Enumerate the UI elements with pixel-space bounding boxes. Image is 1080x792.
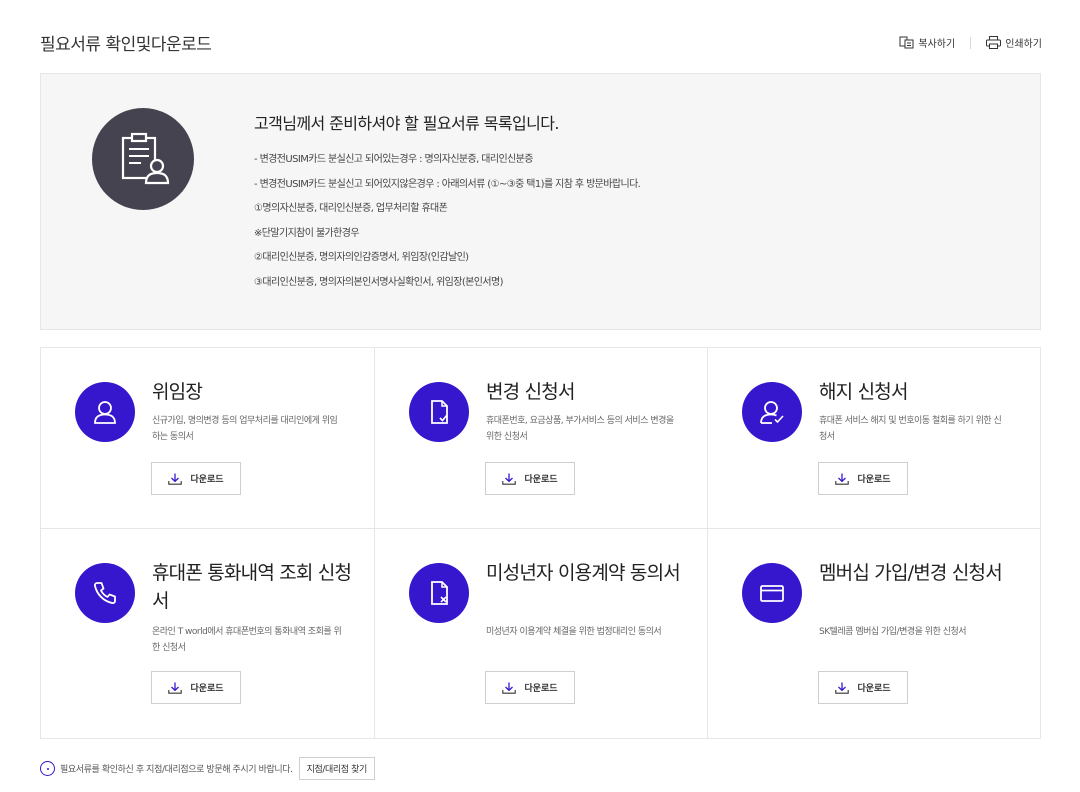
footer-note-text: 필요서류를 확인하신 후 지점/대리점으로 방문해 주시기 바랍니다. [60, 765, 293, 775]
download-icon [835, 682, 850, 694]
find-store-button[interactable]: 지점/대리점 찾기 [298, 757, 375, 780]
phone-icon [93, 582, 116, 605]
summary-line: - 변경전USIM카드 분실신고 되어있지않은경우 : 아래의서류 (①~③중 … [254, 178, 641, 190]
download-button[interactable]: 다운로드 [151, 462, 241, 495]
document-grid: 위임장 신규가입, 명의변경 등의 업무처리를 대리인에게 위임하는 동의서 다… [40, 347, 1041, 739]
download-label: 다운로드 [857, 475, 891, 485]
download-icon [502, 682, 517, 694]
download-button[interactable]: 다운로드 [485, 671, 575, 704]
doc-title: 해지 신청서 [819, 381, 908, 403]
doc-desc: 휴대폰번호, 요금상품, 부가서비스 등의 서비스 변경을 위한 신청서 [486, 416, 674, 442]
doc-desc: 온라인 T world에서 휴대폰번호의 통화내역 조회를 위한 신청서 [152, 627, 342, 653]
doc-icon-circle [742, 382, 802, 442]
copy-icon [899, 36, 914, 49]
page-title: 필요서류 확인및다운로드 [40, 35, 212, 55]
download-icon [502, 473, 517, 485]
summary-avatar [92, 108, 194, 210]
download-icon [168, 473, 183, 485]
document-person-icon [121, 132, 170, 185]
doc-card-minor-consent: 미성년자 이용계약 동의서 미성년자 이용계약 체결을 위한 법정대리인 동의서… [375, 529, 708, 738]
download-button[interactable]: 다운로드 [818, 671, 908, 704]
summary-line: ②대리인신분증, 명의자의인감증명서, 위임장(인감날인) [254, 252, 469, 263]
download-button[interactable]: 다운로드 [151, 671, 241, 704]
card-icon [760, 585, 784, 602]
document-check-icon [431, 400, 448, 424]
summary-box: 고객님께서 준비하셔야 할 필요서류 목록입니다. - 변경전USIM카드 분실… [40, 73, 1041, 330]
doc-title: 미성년자 이용계약 동의서 [486, 562, 681, 584]
download-label: 다운로드 [524, 684, 558, 694]
download-label: 다운로드 [190, 684, 224, 694]
printer-icon [986, 36, 1002, 49]
footer-note: 필요서류를 확인하신 후 지점/대리점으로 방문해 주시기 바랍니다. 지점/대… [40, 757, 375, 780]
summary-line: ③대리인신분증, 명의자의본인서명사실확인서, 위임장(본인서명) [254, 276, 503, 288]
doc-icon-circle [409, 382, 469, 442]
doc-desc: 신규가입, 명의변경 등의 업무처리를 대리인에게 위임하는 동의서 [152, 416, 338, 442]
person-icon [94, 401, 116, 424]
doc-card-termination-request: 해지 신청서 휴대폰 서비스 해지 및 번호이동 철회를 하기 위한 신청서 다… [708, 348, 1040, 529]
doc-card-call-history: 휴대폰 통화내역 조회 신청서 온라인 T world에서 휴대폰번호의 통화내… [41, 529, 375, 738]
print-label: 인쇄하기 [1005, 39, 1042, 50]
doc-desc: 휴대폰 서비스 해지 및 번호이동 철회를 하기 위한 신청서 [819, 416, 1002, 442]
download-label: 다운로드 [190, 475, 224, 485]
summary-line: - 변경전USIM카드 분실신고 되어있는경우 : 명의자신분증, 대리인신분증 [254, 154, 533, 165]
doc-title: 위임장 [152, 381, 203, 403]
person-check-icon [760, 401, 784, 424]
doc-icon-circle [409, 563, 469, 623]
download-button[interactable]: 다운로드 [818, 462, 908, 495]
doc-desc: SK텔레콤 멤버십 가입/변경을 위한 신청서 [819, 627, 967, 637]
doc-icon-circle [75, 382, 135, 442]
doc-title: 변경 신청서 [486, 381, 575, 403]
doc-card-change-request: 변경 신청서 휴대폰번호, 요금상품, 부가서비스 등의 서비스 변경을 위한 … [375, 348, 708, 529]
copy-button[interactable]: 복사하기 [899, 35, 955, 50]
doc-card-power-of-attorney: 위임장 신규가입, 명의변경 등의 업무처리를 대리인에게 위임하는 동의서 다… [41, 348, 375, 529]
download-button[interactable]: 다운로드 [485, 462, 575, 495]
doc-title: 휴대폰 통화내역 조회 신청서 [152, 562, 352, 612]
info-icon [40, 761, 55, 776]
download-icon [168, 682, 183, 694]
top-actions: 복사하기 인쇄하기 [899, 35, 1042, 50]
copy-label: 복사하기 [918, 39, 956, 50]
summary-heading: 고객님께서 준비하셔야 할 필요서류 목록입니다. [254, 114, 559, 133]
summary-line: ※단말기지참이 불가한경우 [254, 227, 360, 239]
action-divider [970, 36, 972, 49]
summary-list: - 변경전USIM카드 분실신고 되어있는경우 : 명의자신분증, 대리인신분증… [254, 153, 641, 300]
doc-desc: 미성년자 이용계약 체결을 위한 법정대리인 동의서 [486, 627, 662, 637]
doc-icon-circle [742, 563, 802, 623]
download-label: 다운로드 [524, 475, 558, 485]
summary-line: ①명의자신분증, 대리인신분증, 업무처리할 휴대폰 [254, 203, 448, 214]
document-x-icon [431, 581, 448, 605]
download-label: 다운로드 [857, 684, 891, 694]
doc-card-membership: 멤버십 가입/변경 신청서 SK텔레콤 멤버십 가입/변경을 위한 신청서 다운… [708, 529, 1040, 738]
print-button[interactable]: 인쇄하기 [986, 35, 1042, 50]
doc-title: 멤버십 가입/변경 신청서 [819, 562, 1003, 584]
download-icon [835, 473, 850, 485]
doc-icon-circle [75, 563, 135, 623]
